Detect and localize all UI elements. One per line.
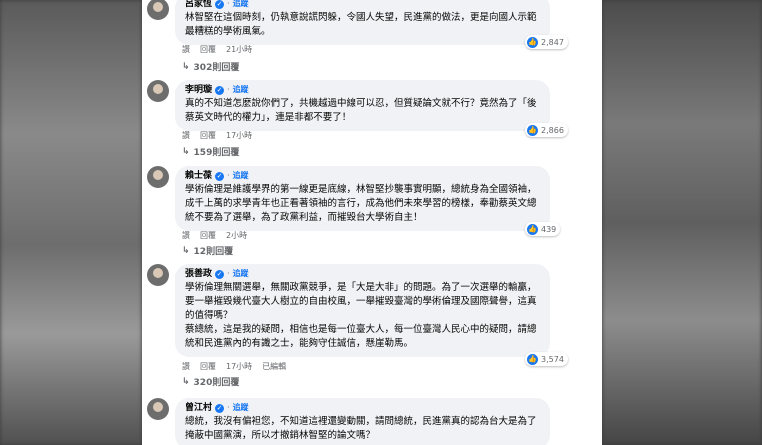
- view-replies-link[interactable]: ↳ 302則回覆: [182, 60, 240, 74]
- comment-header: 李明璇 ✓ · 追蹤: [185, 84, 540, 96]
- edited-label: 已編輯: [262, 362, 287, 371]
- like-action[interactable]: 讚: [182, 44, 190, 55]
- avatar[interactable]: [147, 398, 169, 420]
- reply-arrow-icon: ↳: [182, 245, 190, 256]
- reply-arrow-icon: ↳: [182, 376, 190, 387]
- like-reaction-icon: 👍: [527, 223, 538, 235]
- like-reaction-icon: 👍: [527, 353, 538, 365]
- reply-action[interactable]: 回覆: [200, 230, 216, 241]
- view-replies-link[interactable]: ↳ 320則回覆: [182, 375, 240, 389]
- follow-link[interactable]: 追蹤: [233, 268, 249, 280]
- comment-bubble: 張善政 ✓ · 追蹤 學術倫理無關選舉，無關政黨競爭，是「大是大非」的問題。為了…: [175, 264, 550, 357]
- comment-panel: 呂家恆 ✓ · 追蹤 林智堅在這個時刻，仍執意說謊閃躲，令國人失望，民進黨的做法…: [142, 0, 602, 445]
- comment-text: 學術倫理無關選舉，無關政黨競爭，是「大是大非」的問題。為了一次選舉的輸贏，要一舉…: [185, 282, 537, 349]
- reply-action[interactable]: 回覆: [200, 130, 216, 141]
- verified-badge-icon: ✓: [215, 269, 225, 279]
- blurred-background-right: [602, 0, 762, 445]
- comment-actions: 讚 回覆 21小時: [182, 44, 252, 55]
- comment-text: 林智堅在這個時刻，仍執意說謊閃躲，令國人失望，民進黨的做法，更是向國人示範最糟糕…: [185, 12, 537, 37]
- replies-count: 302則回覆: [193, 63, 240, 73]
- avatar[interactable]: [147, 80, 169, 102]
- reaction-count-badge[interactable]: 👍 2,866: [525, 123, 568, 137]
- separator-dot: ·: [227, 85, 230, 94]
- replies-count: 159則回覆: [193, 148, 240, 158]
- comment-header: 賴士葆 ✓ · 追蹤: [185, 170, 540, 182]
- avatar[interactable]: [147, 166, 169, 188]
- separator-dot: ·: [227, 171, 230, 180]
- follow-link[interactable]: 追蹤: [233, 0, 249, 10]
- like-action[interactable]: 讚: [182, 230, 190, 241]
- commenter-name[interactable]: 呂家恆: [185, 0, 212, 10]
- separator-dot: ·: [227, 269, 230, 278]
- verified-badge-icon: ✓: [215, 403, 225, 413]
- comment-bubble: 曾江村 ✓ · 追蹤 總統，我沒有偏袒您，不知道這裡還變動關，請問總統，民進黨真…: [175, 398, 550, 445]
- comment-header: 張善政 ✓ · 追蹤: [185, 268, 540, 280]
- like-action[interactable]: 讚: [182, 361, 190, 372]
- like-action[interactable]: 讚: [182, 130, 190, 141]
- reaction-count: 2,866: [541, 125, 564, 135]
- like-reaction-icon: 👍: [527, 36, 538, 48]
- view-replies-link[interactable]: ↳ 12則回覆: [182, 244, 234, 258]
- follow-link[interactable]: 追蹤: [233, 402, 249, 414]
- comment-bubble: 李明璇 ✓ · 追蹤 真的不知道怎麼說你們了，共機越過中線可以忍，但質疑論文就不…: [175, 80, 550, 131]
- timestamp[interactable]: 2小時: [226, 230, 247, 241]
- comment-actions: 讚 回覆 17小時 已編輯: [182, 361, 286, 372]
- separator-dot: ·: [227, 0, 230, 8]
- commenter-name[interactable]: 賴士葆: [185, 170, 212, 182]
- verified-badge-icon: ✓: [215, 85, 225, 95]
- blurred-background-left: [0, 0, 142, 445]
- comment-bubble: 賴士葆 ✓ · 追蹤 學術倫理是維護學界的第一線更是底線，林智堅抄襲事實明顯，總…: [175, 166, 550, 231]
- view-replies-link[interactable]: ↳ 159則回覆: [182, 145, 240, 159]
- like-reaction-icon: 👍: [527, 124, 538, 136]
- timestamp[interactable]: 17小時: [226, 361, 252, 372]
- timestamp[interactable]: 17小時: [226, 130, 252, 141]
- comment-text: 總統，我沒有偏袒您，不知道這裡還變動關，請問總統，民進黨真的認為台大是為了掩蔽中…: [185, 416, 537, 441]
- comment-text: 真的不知道怎麼說你們了，共機越過中線可以忍，但質疑論文就不行？竟然為了「後蔡英文…: [185, 98, 537, 123]
- reaction-count-badge[interactable]: 👍 2,847: [525, 35, 568, 49]
- reaction-count-badge[interactable]: 👍 439: [525, 222, 561, 236]
- verified-badge-icon: ✓: [215, 171, 225, 181]
- timestamp[interactable]: 21小時: [226, 44, 252, 55]
- reaction-count: 439: [541, 224, 557, 234]
- commenter-name[interactable]: 張善政: [185, 268, 212, 280]
- avatar[interactable]: [147, 0, 169, 20]
- reply-arrow-icon: ↳: [182, 61, 190, 72]
- comment-actions: 讚 回覆 2小時: [182, 230, 247, 241]
- comment-header: 呂家恆 ✓ · 追蹤: [185, 0, 540, 10]
- reaction-count: 3,574: [541, 354, 564, 364]
- comment-header: 曾江村 ✓ · 追蹤: [185, 402, 540, 414]
- separator-dot: ·: [227, 403, 230, 412]
- reaction-count: 2,847: [541, 37, 564, 47]
- reply-action[interactable]: 回覆: [200, 361, 216, 372]
- replies-count: 320則回覆: [193, 378, 240, 388]
- reply-arrow-icon: ↳: [182, 146, 190, 157]
- reply-action[interactable]: 回覆: [200, 44, 216, 55]
- comment-text: 學術倫理是維護學界的第一線更是底線，林智堅抄襲事實明顯，總統身為全國領袖，成千上…: [185, 184, 537, 223]
- avatar[interactable]: [147, 264, 169, 286]
- follow-link[interactable]: 追蹤: [233, 170, 249, 182]
- commenter-name[interactable]: 曾江村: [185, 402, 212, 414]
- commenter-name[interactable]: 李明璇: [185, 84, 212, 96]
- follow-link[interactable]: 追蹤: [233, 84, 249, 96]
- comment-actions: 讚 回覆 17小時: [182, 130, 252, 141]
- reaction-count-badge[interactable]: 👍 3,574: [525, 352, 568, 366]
- comment-bubble: 呂家恆 ✓ · 追蹤 林智堅在這個時刻，仍執意說謊閃躲，令國人失望，民進黨的做法…: [175, 0, 550, 45]
- replies-count: 12則回覆: [193, 247, 234, 257]
- verified-badge-icon: ✓: [215, 0, 225, 9]
